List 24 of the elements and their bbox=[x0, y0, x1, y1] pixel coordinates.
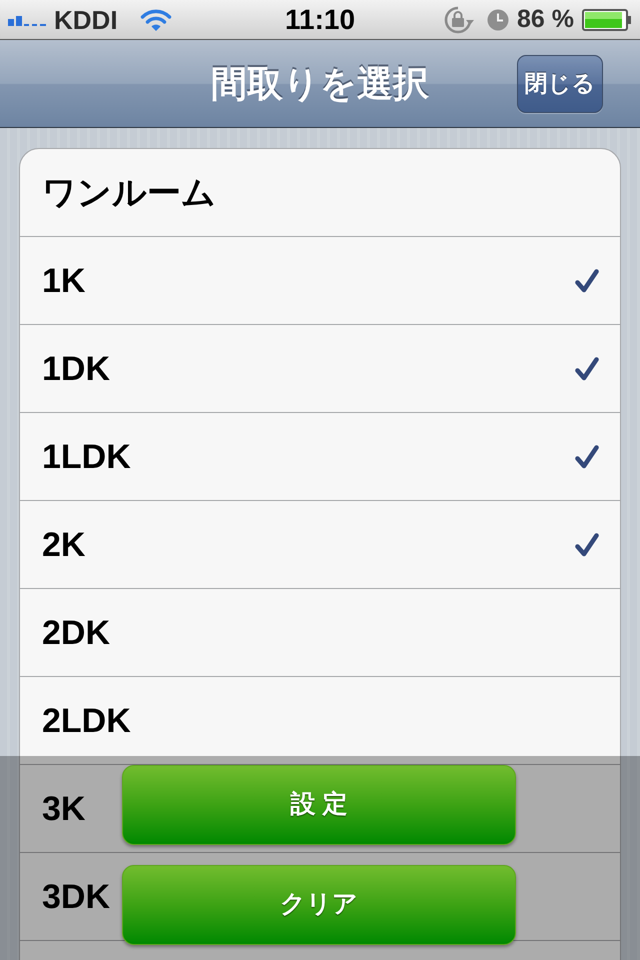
battery-percentage: 86 % bbox=[517, 7, 574, 32]
screen-title: 間取りを選択 bbox=[211, 62, 429, 106]
row-label: 1K bbox=[42, 264, 86, 298]
wifi-icon bbox=[140, 8, 172, 32]
row-label: 3K bbox=[42, 792, 86, 826]
list-row[interactable]: 1DK bbox=[20, 325, 620, 413]
close-button[interactable]: 閉じる bbox=[517, 54, 603, 112]
row-label: 2K bbox=[42, 528, 86, 562]
row-label: 1LDK bbox=[42, 440, 131, 474]
list-row[interactable]: 2K bbox=[20, 501, 620, 589]
carrier-name: KDDI bbox=[54, 6, 118, 32]
status-time: 11:10 bbox=[284, 6, 356, 34]
list-row[interactable]: 1LDK bbox=[20, 413, 620, 501]
clock-icon bbox=[487, 8, 510, 30]
row-label: 1DK bbox=[42, 352, 110, 386]
battery-icon bbox=[582, 8, 632, 30]
row-label: 2DK bbox=[42, 616, 110, 650]
list-row[interactable]: 1K bbox=[20, 237, 620, 325]
list-row[interactable]: ワンルーム bbox=[20, 149, 620, 237]
row-label: 3DK bbox=[42, 880, 110, 914]
row-label: ワンルーム bbox=[42, 176, 216, 210]
list-row[interactable]: 2DK bbox=[20, 589, 620, 677]
signal-icon bbox=[8, 13, 46, 26]
row-label: 2LDK bbox=[42, 704, 131, 738]
